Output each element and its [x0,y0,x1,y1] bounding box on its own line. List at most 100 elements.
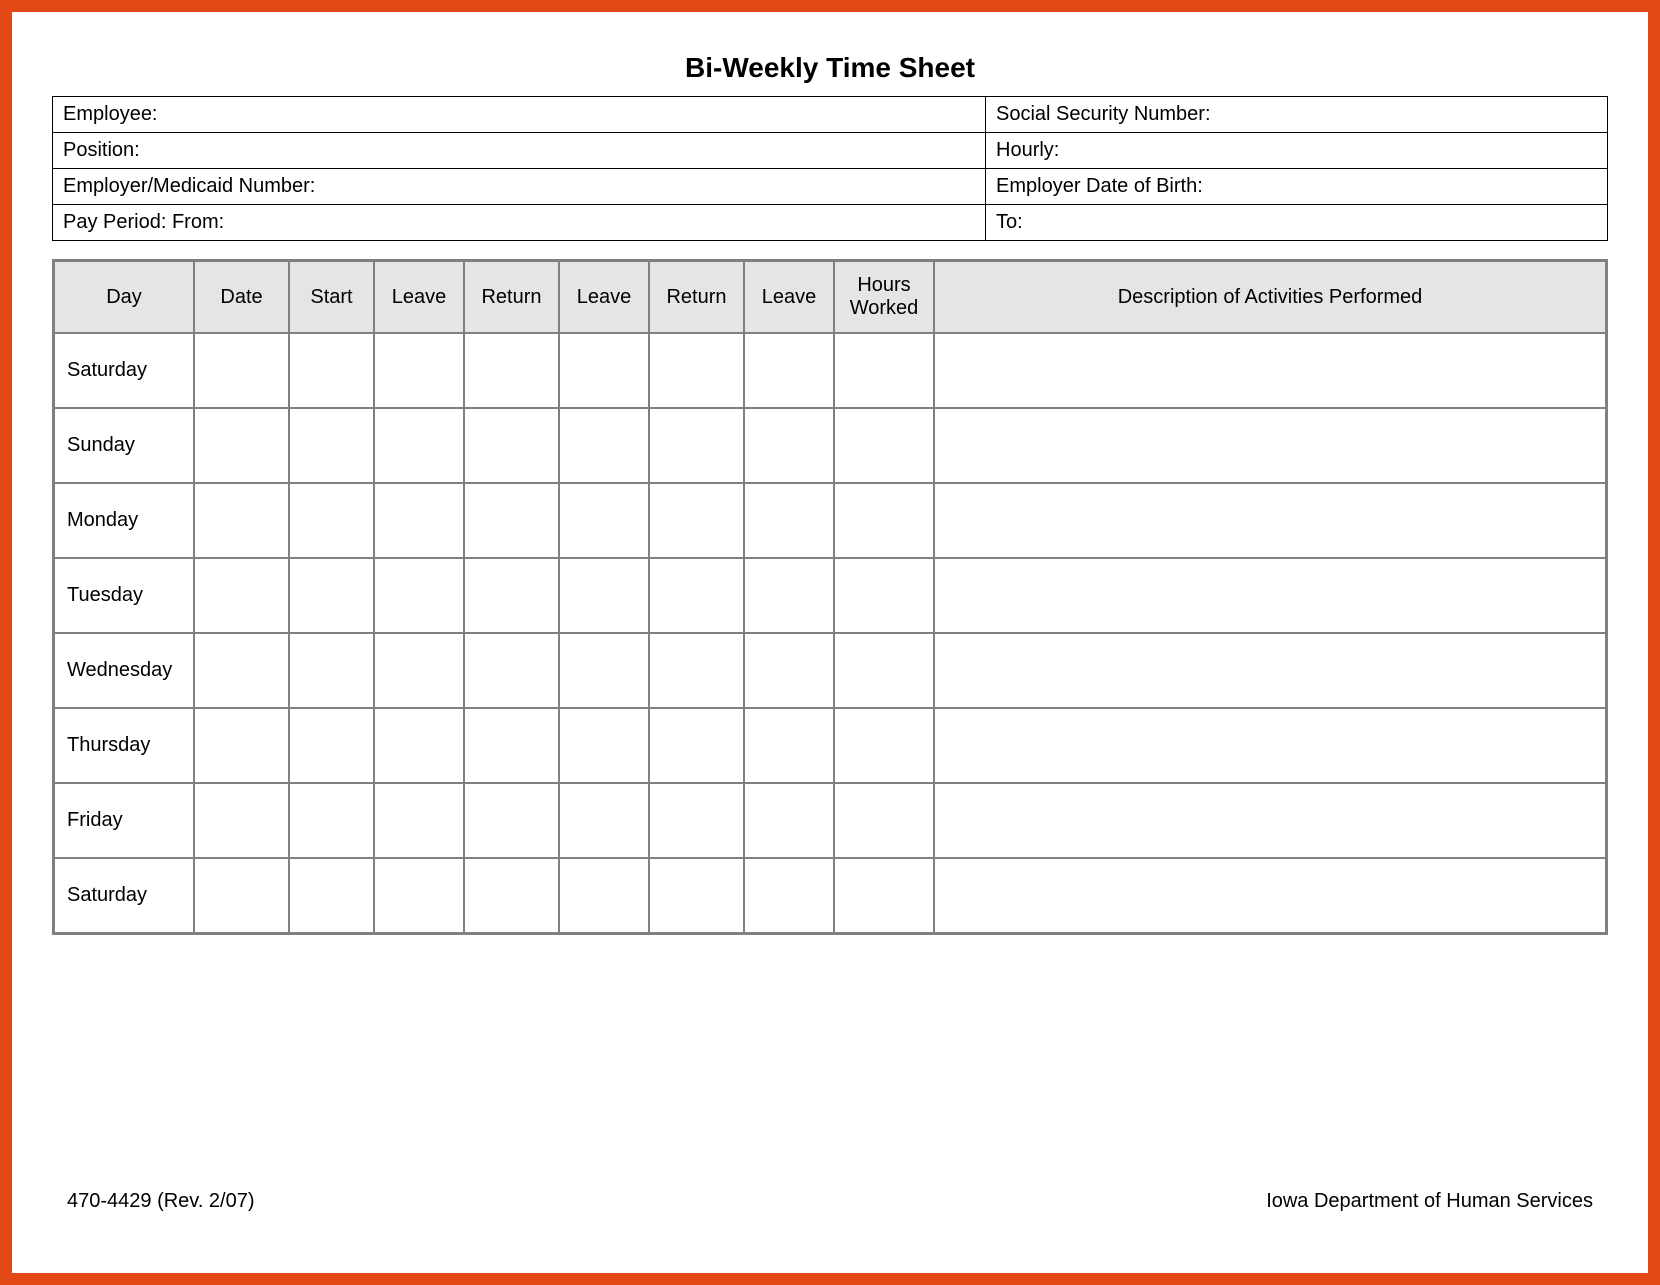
cell-leave2 [559,783,649,858]
cell-hours [834,708,934,783]
cell-start [289,558,374,633]
cell-return1 [464,633,559,708]
cell-return1 [464,333,559,408]
cell-return2 [649,708,744,783]
header-row: Day Date Start Leave Return Leave Return… [54,261,1606,333]
cell-start [289,858,374,933]
cell-start [289,708,374,783]
cell-leave3 [744,333,834,408]
table-row: Tuesday [54,558,1606,633]
cell-hours [834,783,934,858]
table-row: Saturday [54,858,1606,933]
cell-description [934,408,1606,483]
data-table: Day Date Start Leave Return Leave Return… [52,259,1608,935]
cell-date [194,333,289,408]
employee-label: Employee: [53,97,986,133]
cell-day: Thursday [54,708,194,783]
cell-return2 [649,558,744,633]
cell-hours [834,858,934,933]
cell-leave2 [559,858,649,933]
cell-date [194,783,289,858]
table-row: Wednesday [54,633,1606,708]
cell-return1 [464,483,559,558]
cell-return2 [649,483,744,558]
cell-description [934,333,1606,408]
cell-date [194,408,289,483]
cell-leave3 [744,783,834,858]
cell-day: Saturday [54,333,194,408]
cell-return1 [464,408,559,483]
department-name: Iowa Department of Human Services [1266,1190,1593,1213]
header-return2: Return [649,261,744,333]
cell-leave3 [744,408,834,483]
cell-day: Sunday [54,408,194,483]
header-leave2: Leave [559,261,649,333]
info-row-employee: Employee: Social Security Number: [53,97,1608,133]
cell-start [289,633,374,708]
cell-hours [834,408,934,483]
cell-leave3 [744,558,834,633]
cell-day: Friday [54,783,194,858]
cell-description [934,558,1606,633]
employer-dob-label: Employer Date of Birth: [986,169,1608,205]
cell-start [289,333,374,408]
header-leave1: Leave [374,261,464,333]
header-hours-worked: Hours Worked [834,261,934,333]
cell-hours [834,333,934,408]
cell-return2 [649,333,744,408]
page-wrapper: Bi-Weekly Time Sheet Employee: Social Se… [0,0,1660,1285]
cell-description [934,783,1606,858]
cell-return1 [464,858,559,933]
hourly-label: Hourly: [986,133,1608,169]
cell-day: Monday [54,483,194,558]
position-label: Position: [53,133,986,169]
cell-leave1 [374,633,464,708]
cell-leave1 [374,858,464,933]
header-start: Start [289,261,374,333]
cell-leave1 [374,483,464,558]
cell-start [289,483,374,558]
table-row: Friday [54,783,1606,858]
cell-description [934,633,1606,708]
cell-leave2 [559,408,649,483]
cell-date [194,708,289,783]
data-table-body: Saturday Sunday [54,333,1606,933]
cell-return2 [649,408,744,483]
cell-leave1 [374,408,464,483]
cell-description [934,483,1606,558]
cell-leave1 [374,783,464,858]
cell-date [194,858,289,933]
header-day: Day [54,261,194,333]
cell-leave3 [744,708,834,783]
cell-description [934,858,1606,933]
cell-date [194,558,289,633]
cell-description [934,708,1606,783]
cell-day: Wednesday [54,633,194,708]
table-row: Thursday [54,708,1606,783]
cell-leave1 [374,558,464,633]
cell-return1 [464,708,559,783]
table-row: Monday [54,483,1606,558]
cell-leave2 [559,333,649,408]
cell-leave3 [744,858,834,933]
pay-period-to-label: To: [986,205,1608,241]
table-row: Saturday [54,333,1606,408]
info-table: Employee: Social Security Number: Positi… [52,96,1608,241]
footer: 470-4429 (Rev. 2/07) Iowa Department of … [67,1190,1593,1213]
cell-return2 [649,858,744,933]
header-date: Date [194,261,289,333]
cell-start [289,408,374,483]
info-row-position: Position: Hourly: [53,133,1608,169]
cell-leave3 [744,633,834,708]
header-leave3: Leave [744,261,834,333]
page-title: Bi-Weekly Time Sheet [52,52,1608,84]
cell-leave1 [374,708,464,783]
header-return1: Return [464,261,559,333]
form-code: 470-4429 (Rev. 2/07) [67,1190,255,1213]
cell-leave2 [559,633,649,708]
info-row-employer: Employer/Medicaid Number: Employer Date … [53,169,1608,205]
cell-leave2 [559,558,649,633]
employer-medicaid-label: Employer/Medicaid Number: [53,169,986,205]
cell-leave1 [374,333,464,408]
cell-day: Tuesday [54,558,194,633]
